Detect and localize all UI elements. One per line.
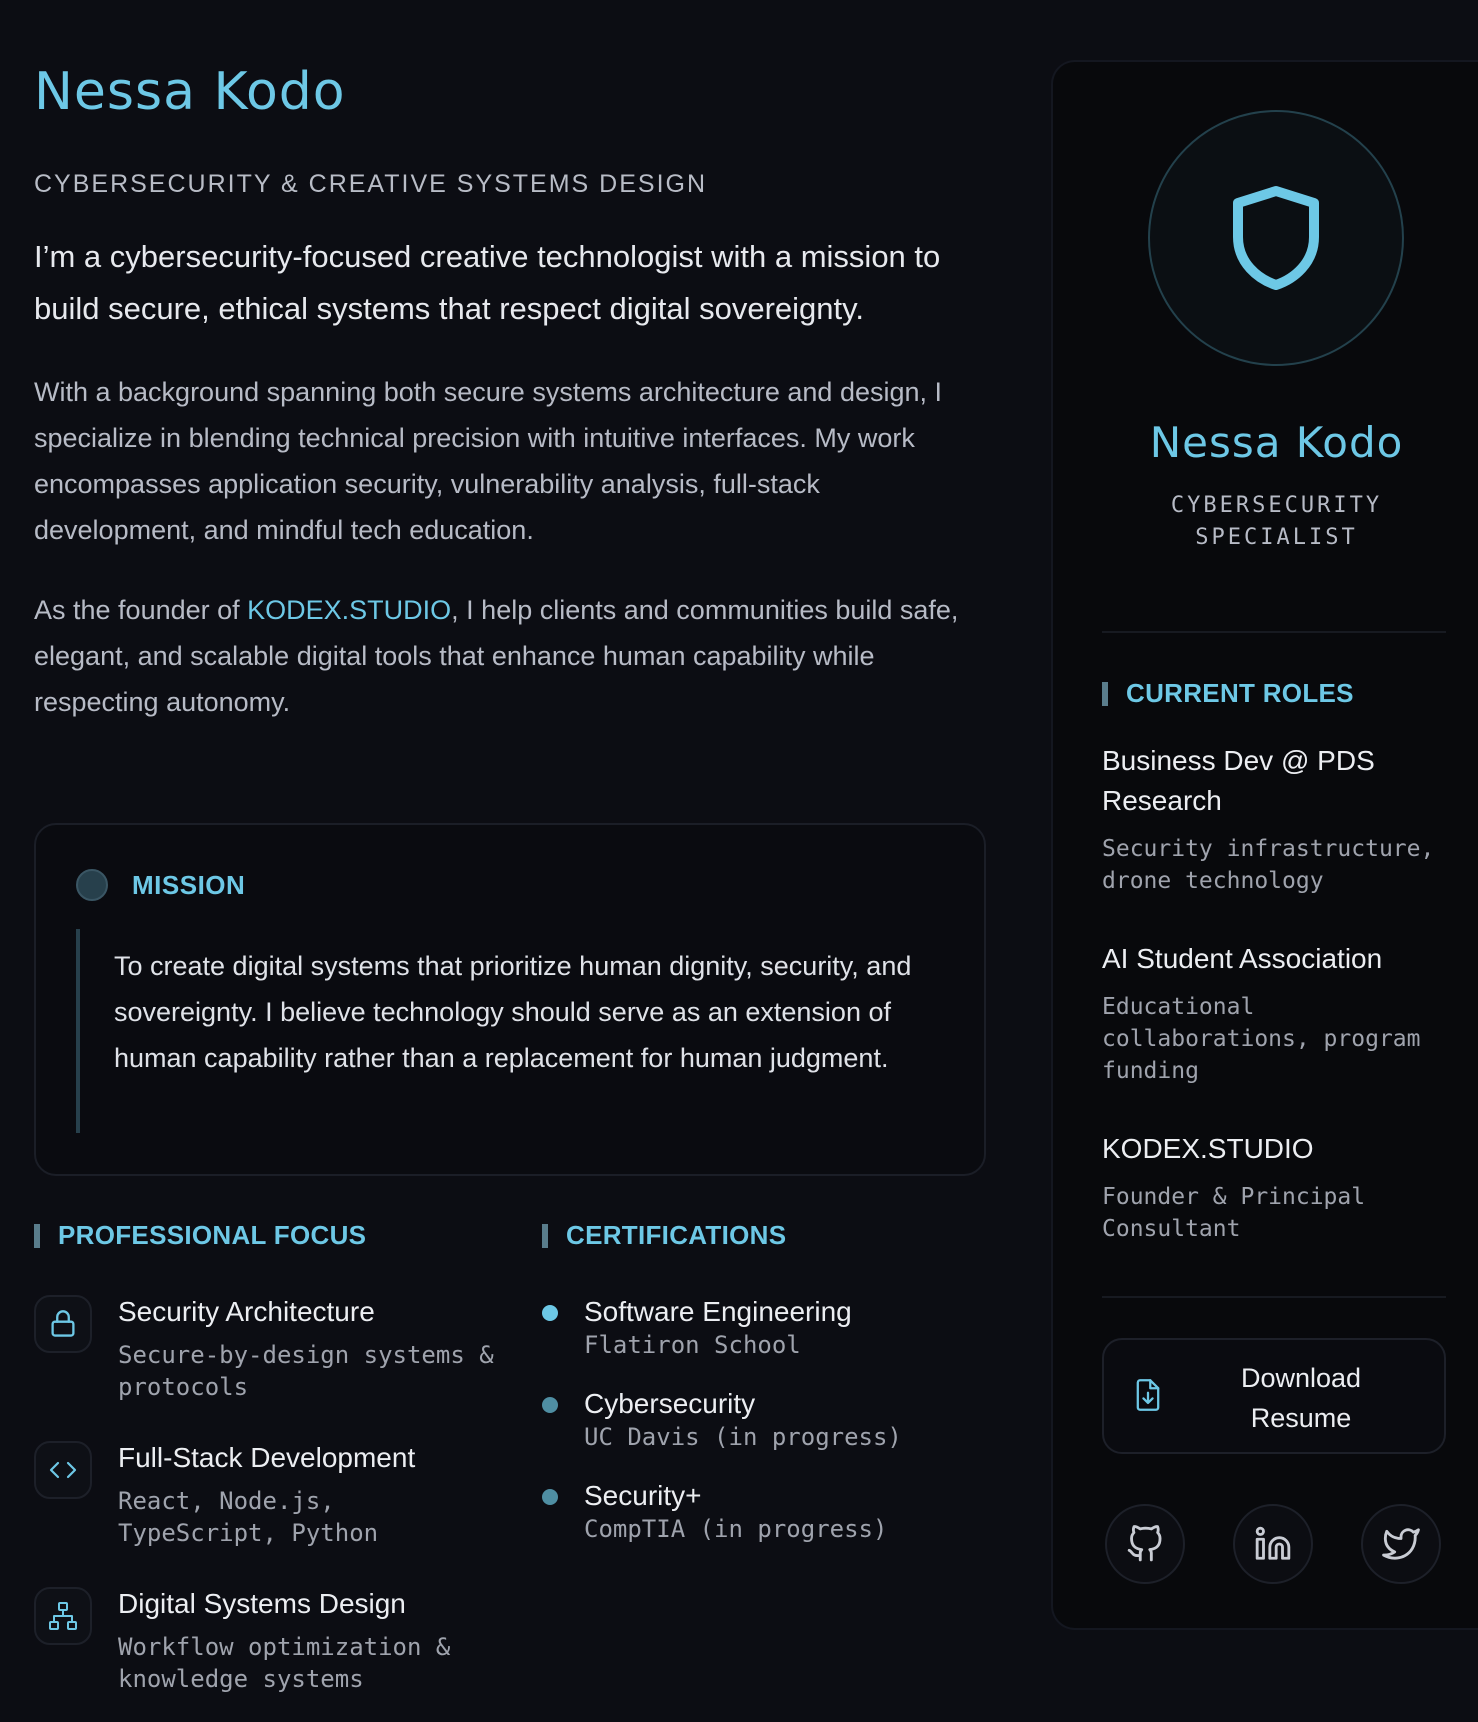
- role-item: Business Dev @ PDS Research Security inf…: [1102, 741, 1462, 897]
- github-link[interactable]: [1105, 1504, 1185, 1584]
- role-item: AI Student Association Educational colla…: [1102, 939, 1462, 1087]
- certifications-heading: CERTIFICATIONS: [542, 1220, 982, 1251]
- page-subtitle: CYBERSECURITY & CREATIVE SYSTEMS DESIGN: [34, 170, 708, 198]
- code-icon: [34, 1441, 92, 1499]
- mission-dot-icon: [76, 869, 108, 901]
- focus-item-digital-systems: Digital Systems Design Workflow optimiza…: [34, 1587, 494, 1695]
- mission-label: MISSION: [132, 869, 246, 900]
- certifications-section: CERTIFICATIONS Software Engineering Flat…: [542, 1220, 982, 1571]
- github-icon: [1127, 1525, 1162, 1562]
- mission-quote-bar: [76, 929, 80, 1133]
- cert-item-security-plus: Security+ CompTIA (in progress): [542, 1479, 982, 1543]
- focus-desc: Secure-by-design systems & protocols: [118, 1341, 494, 1401]
- sidebar-name: Nessa Kodo: [1149, 418, 1404, 467]
- divider: [1102, 1296, 1446, 1298]
- professional-focus-title: PROFESSIONAL FOCUS: [58, 1220, 367, 1250]
- professional-focus-heading: PROFESSIONAL FOCUS: [34, 1220, 494, 1251]
- sidebar-role: CYBERSECURITY SPECIALIST: [1170, 493, 1383, 550]
- current-roles-section: CURRENT ROLES Business Dev @ PDS Researc…: [1102, 678, 1462, 1245]
- avatar: [1148, 110, 1404, 366]
- cert-item-cybersecurity: Cybersecurity UC Davis (in progress): [542, 1387, 982, 1451]
- role-desc: Educational collaborations, program fund…: [1102, 994, 1421, 1084]
- lock-icon: [34, 1295, 92, 1353]
- role-title: Business Dev @ PDS Research: [1102, 745, 1375, 816]
- focus-title: Security Architecture: [118, 1296, 375, 1327]
- divider: [1102, 631, 1446, 633]
- mission-card: MISSION To create digital systems that p…: [34, 823, 986, 1176]
- focus-desc: Workflow optimization & knowledge system…: [118, 1633, 451, 1693]
- download-resume-button[interactable]: Download Resume: [1102, 1338, 1446, 1454]
- portfolio-page: Nessa Kodo CYBERSECURITY & CREATIVE SYST…: [0, 0, 1478, 1722]
- mission-header: MISSION: [76, 869, 245, 901]
- cert-dot-icon: [542, 1305, 558, 1321]
- current-roles-heading: CURRENT ROLES: [1102, 678, 1462, 709]
- founder-text-before: As the founder of: [34, 595, 248, 625]
- profile-sidebar: Nessa Kodo CYBERSECURITY SPECIALIST CURR…: [1051, 60, 1478, 1630]
- role-desc: Founder & Principal Consultant: [1102, 1184, 1366, 1242]
- founder-paragraph: As the founder of KODEX.STUDIO, I help c…: [34, 587, 986, 725]
- focus-item-security-architecture: Security Architecture Secure-by-design s…: [34, 1295, 494, 1403]
- cert-title: Software Engineering: [584, 1296, 852, 1327]
- intro-paragraph: With a background spanning both secure s…: [34, 377, 943, 545]
- professional-focus-section: PROFESSIONAL FOCUS Security Architecture…: [34, 1220, 494, 1722]
- mission-text: To create digital systems that prioritiz…: [114, 951, 912, 1073]
- cert-title: Cybersecurity: [584, 1388, 756, 1419]
- role-desc: Security infrastructure, drone technolog…: [1102, 836, 1435, 894]
- heading-bar: [1102, 681, 1108, 706]
- cert-dot-icon: [542, 1397, 558, 1413]
- file-download-icon: [1136, 1379, 1160, 1411]
- cert-dot-icon: [542, 1489, 558, 1505]
- cert-issuer: Flatiron School: [584, 1331, 801, 1359]
- heading-bar: [542, 1223, 548, 1248]
- page-title: Nessa Kodo: [34, 62, 346, 122]
- kodex-studio-link[interactable]: KODEX.STUDIO: [247, 595, 451, 625]
- heading-bar: [34, 1223, 40, 1248]
- cert-title: Security+: [584, 1480, 702, 1511]
- focus-list: Security Architecture Secure-by-design s…: [34, 1295, 494, 1695]
- cert-issuer: UC Davis (in progress): [584, 1423, 902, 1451]
- certifications-title: CERTIFICATIONS: [566, 1220, 787, 1250]
- current-roles-title: CURRENT ROLES: [1126, 678, 1354, 708]
- role-item: KODEX.STUDIO Founder & Principal Consult…: [1102, 1129, 1462, 1245]
- focus-desc: React, Node.js, TypeScript, Python: [118, 1487, 379, 1547]
- social-links: [1105, 1504, 1478, 1584]
- linkedin-icon: [1255, 1526, 1291, 1560]
- intro-lead: I’m a cybersecurity-focused creative tec…: [34, 239, 941, 326]
- focus-title: Full-Stack Development: [118, 1442, 416, 1473]
- download-resume-label: Download Resume: [1240, 1363, 1362, 1433]
- focus-item-full-stack: Full-Stack Development React, Node.js, T…: [34, 1441, 494, 1549]
- cert-item-software-engineering: Software Engineering Flatiron School: [542, 1295, 982, 1359]
- roles-list: Business Dev @ PDS Research Security inf…: [1102, 741, 1462, 1245]
- about-section: Nessa Kodo CYBERSECURITY & CREATIVE SYST…: [34, 60, 986, 725]
- twitter-link[interactable]: [1361, 1504, 1441, 1584]
- shield-icon: [1233, 186, 1319, 290]
- role-title: KODEX.STUDIO: [1102, 1133, 1314, 1164]
- twitter-icon: [1382, 1528, 1420, 1560]
- cert-issuer: CompTIA (in progress): [584, 1515, 888, 1543]
- linkedin-link[interactable]: [1233, 1504, 1313, 1584]
- focus-title: Digital Systems Design: [118, 1588, 406, 1619]
- sitemap-icon: [34, 1587, 92, 1645]
- role-title: AI Student Association: [1102, 943, 1383, 974]
- cert-list: Software Engineering Flatiron School Cyb…: [542, 1295, 982, 1543]
